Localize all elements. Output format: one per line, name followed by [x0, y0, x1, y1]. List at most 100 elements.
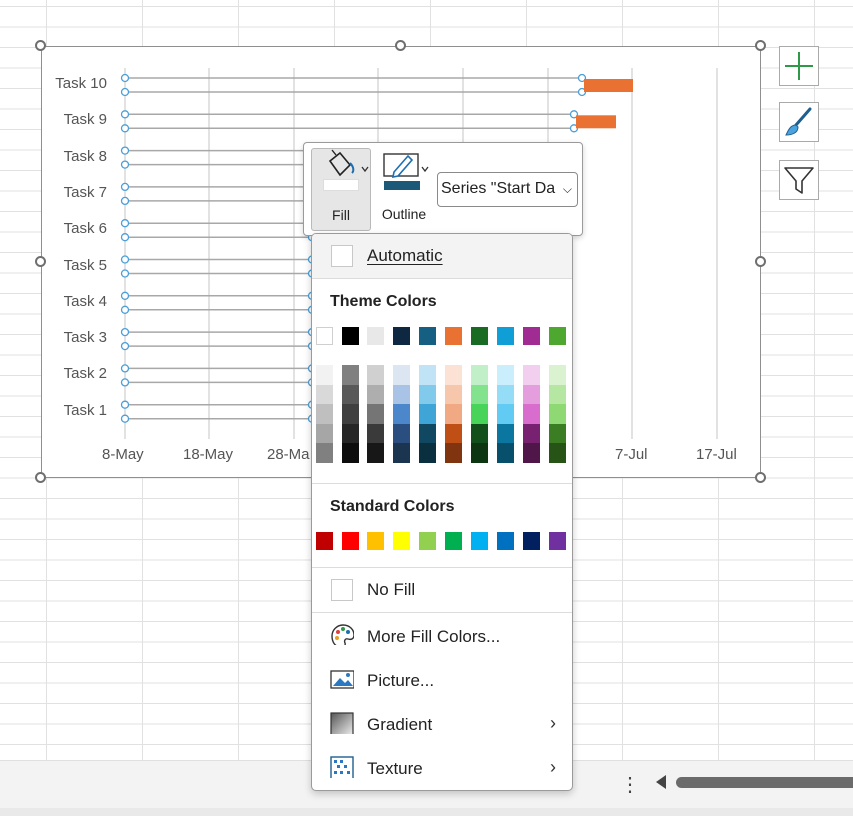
theme-shade-swatch[interactable]	[523, 423, 540, 443]
theme-shade-swatch[interactable]	[471, 365, 488, 385]
scroll-left-icon[interactable]	[656, 775, 666, 789]
standard-color-swatch[interactable]	[497, 532, 514, 550]
chart-styles-button[interactable]	[779, 102, 819, 142]
theme-shade-swatch[interactable]	[471, 423, 488, 443]
theme-shade-swatch[interactable]	[523, 443, 540, 463]
more-options-icon[interactable]: ⋮	[620, 771, 640, 799]
theme-colors-title: Theme Colors	[330, 293, 437, 310]
selection-point	[120, 400, 130, 409]
standard-color-swatch[interactable]	[523, 532, 540, 550]
date-tick-label: 18-May	[183, 446, 234, 463]
standard-color-swatch[interactable]	[445, 532, 462, 550]
theme-color-swatch[interactable]	[367, 327, 384, 345]
theme-shade-swatch[interactable]	[367, 404, 384, 424]
theme-shade-swatch[interactable]	[419, 384, 436, 404]
theme-shade-swatch[interactable]	[393, 365, 410, 385]
texture-menu-item[interactable]: Texture ›	[312, 746, 572, 790]
theme-color-swatch[interactable]	[471, 327, 488, 345]
horizontal-scrollbar[interactable]	[676, 777, 853, 788]
gradient-menu-item[interactable]: Gradient ›	[312, 702, 572, 746]
theme-shade-swatch[interactable]	[342, 365, 359, 385]
theme-shade-swatch[interactable]	[497, 384, 514, 404]
theme-shade-swatch[interactable]	[471, 443, 488, 463]
theme-shade-swatch[interactable]	[471, 384, 488, 404]
theme-shade-swatch[interactable]	[523, 365, 540, 385]
duration-bar	[576, 115, 616, 129]
resize-handle-left[interactable]	[35, 256, 46, 267]
resize-handle-top[interactable]	[395, 40, 406, 51]
theme-shade-swatch[interactable]	[393, 384, 410, 404]
theme-shade-swatch[interactable]	[367, 384, 384, 404]
theme-shade-swatch[interactable]	[419, 423, 436, 443]
automatic-menu-item[interactable]: Automatic	[312, 234, 572, 278]
no-fill-menu-item[interactable]: No Fill	[312, 568, 572, 612]
theme-shade-swatch[interactable]	[549, 384, 566, 404]
resize-handle-bottom-left[interactable]	[35, 472, 46, 483]
theme-shade-swatch[interactable]	[393, 423, 410, 443]
chart-filters-button[interactable]	[779, 160, 819, 200]
theme-shade-swatch[interactable]	[549, 404, 566, 424]
theme-shade-swatch[interactable]	[523, 384, 540, 404]
theme-color-swatch[interactable]	[393, 327, 410, 345]
texture-label: Texture	[367, 759, 423, 778]
resize-handle-right[interactable]	[755, 256, 766, 267]
theme-shade-swatch[interactable]	[445, 365, 462, 385]
fill-color-swatch	[323, 179, 359, 191]
theme-shade-swatch[interactable]	[367, 423, 384, 443]
standard-color-swatch[interactable]	[342, 532, 359, 550]
theme-shade-swatch[interactable]	[393, 404, 410, 424]
standard-color-swatch[interactable]	[549, 532, 566, 550]
theme-shade-swatch[interactable]	[445, 404, 462, 424]
theme-color-swatch[interactable]	[549, 327, 566, 345]
theme-color-swatch[interactable]	[316, 327, 333, 345]
more-fill-colors-menu-item[interactable]: More Fill Colors...	[312, 614, 572, 658]
resize-handle-top-left[interactable]	[35, 40, 46, 51]
picture-menu-item[interactable]: Picture...	[312, 658, 572, 702]
theme-shade-swatch[interactable]	[367, 365, 384, 385]
theme-shade-swatch[interactable]	[445, 423, 462, 443]
theme-shade-swatch[interactable]	[419, 443, 436, 463]
standard-color-swatch[interactable]	[471, 532, 488, 550]
theme-shade-swatch[interactable]	[316, 423, 333, 443]
pen-outline-icon	[383, 153, 429, 179]
selection-point	[120, 305, 130, 314]
theme-shade-swatch[interactable]	[342, 404, 359, 424]
theme-shade-swatch[interactable]	[497, 443, 514, 463]
theme-shade-swatch[interactable]	[549, 423, 566, 443]
resize-handle-top-right[interactable]	[755, 40, 766, 51]
theme-color-swatch[interactable]	[523, 327, 540, 345]
outline-button[interactable]: Outline	[374, 148, 434, 231]
theme-shade-swatch[interactable]	[549, 443, 566, 463]
series-select[interactable]: Series "Start Da ⌵	[437, 172, 578, 207]
theme-color-swatch[interactable]	[342, 327, 359, 345]
theme-shade-swatch[interactable]	[523, 404, 540, 424]
theme-shade-swatch[interactable]	[393, 443, 410, 463]
theme-shade-swatch[interactable]	[445, 443, 462, 463]
theme-shade-swatch[interactable]	[497, 404, 514, 424]
theme-shade-swatch[interactable]	[419, 365, 436, 385]
chart-elements-button[interactable]	[779, 46, 819, 86]
theme-shade-swatch[interactable]	[367, 443, 384, 463]
theme-shade-swatch[interactable]	[316, 384, 333, 404]
theme-shade-swatch[interactable]	[316, 443, 333, 463]
fill-button[interactable]: Fill	[311, 148, 371, 231]
theme-shade-swatch[interactable]	[497, 365, 514, 385]
theme-color-swatch[interactable]	[419, 327, 436, 345]
standard-color-swatch[interactable]	[316, 532, 333, 550]
theme-color-swatch[interactable]	[445, 327, 462, 345]
resize-handle-bottom-right[interactable]	[755, 472, 766, 483]
theme-shade-swatch[interactable]	[419, 404, 436, 424]
theme-shade-swatch[interactable]	[342, 423, 359, 443]
standard-color-swatch[interactable]	[393, 532, 410, 550]
theme-shade-swatch[interactable]	[342, 384, 359, 404]
theme-shade-swatch[interactable]	[471, 404, 488, 424]
theme-shade-swatch[interactable]	[316, 404, 333, 424]
theme-shade-swatch[interactable]	[549, 365, 566, 385]
theme-shade-swatch[interactable]	[497, 423, 514, 443]
theme-shade-swatch[interactable]	[342, 443, 359, 463]
standard-color-swatch[interactable]	[367, 532, 384, 550]
theme-shade-swatch[interactable]	[316, 365, 333, 385]
theme-shade-swatch[interactable]	[445, 384, 462, 404]
theme-color-swatch[interactable]	[497, 327, 514, 345]
standard-color-swatch[interactable]	[419, 532, 436, 550]
